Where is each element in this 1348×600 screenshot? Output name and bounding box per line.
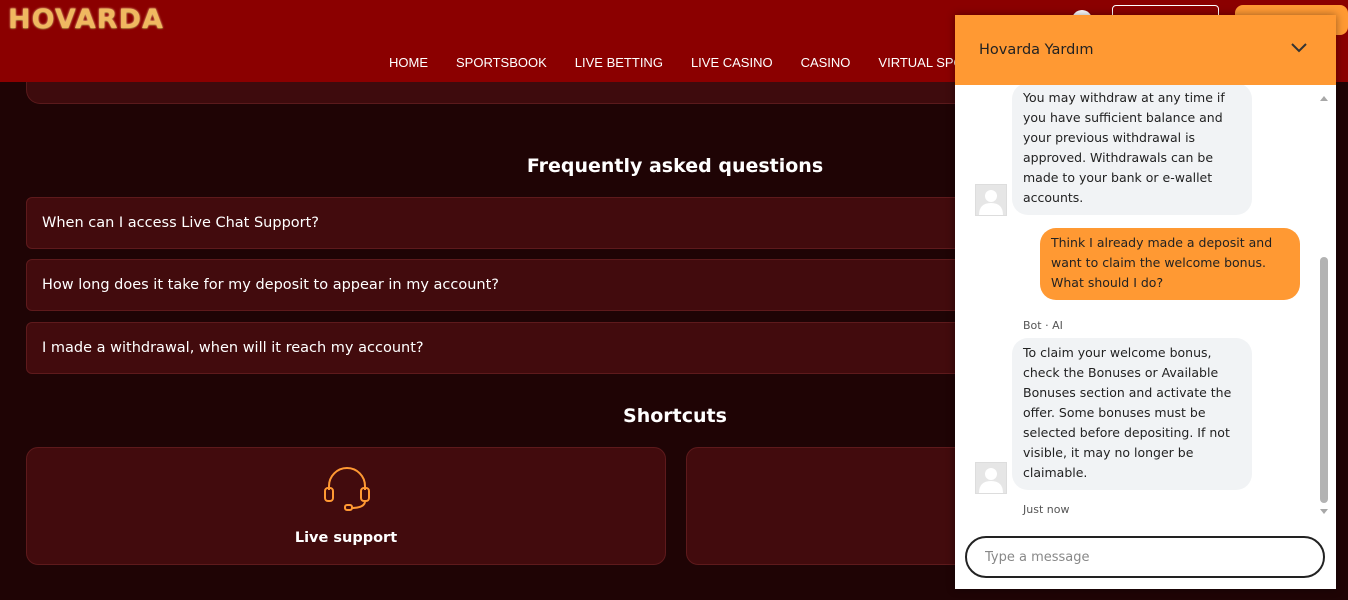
bot-avatar <box>975 462 1007 494</box>
chevron-down-icon[interactable] <box>1290 42 1308 54</box>
headset-icon <box>324 467 370 511</box>
message-sender: Bot · AI <box>1023 319 1063 332</box>
chat-title: Hovarda Yardım <box>979 42 1094 58</box>
chat-scrollbar[interactable] <box>1320 257 1328 503</box>
bot-message: To claim your welcome bonus, check the B… <box>1012 338 1252 490</box>
nav-live-casino[interactable]: LIVE CASINO <box>691 55 773 70</box>
shortcut-label: Live support <box>294 530 398 546</box>
chat-messages[interactable]: You may withdraw at any time if you have… <box>955 85 1336 527</box>
nav-sportsbook[interactable]: SPORTSBOOK <box>456 55 547 70</box>
content-panel <box>26 82 1026 104</box>
chat-message-input[interactable] <box>965 536 1325 578</box>
site-logo[interactable]: HOVARDA <box>8 4 164 35</box>
main-nav: HOME SPORTSBOOK LIVE BETTING LIVE CASINO… <box>389 55 981 70</box>
nav-casino[interactable]: CASINO <box>801 55 851 70</box>
faq-item[interactable]: When can I access Live Chat Support? <box>26 197 1026 249</box>
bot-message: You may withdraw at any time if you have… <box>1012 85 1252 215</box>
shortcut-live-support[interactable]: Live support <box>26 447 666 565</box>
user-message: Think I already made a deposit and want … <box>1040 228 1300 300</box>
scroll-up-arrow[interactable] <box>1320 96 1328 101</box>
bot-avatar <box>975 184 1007 216</box>
nav-live-betting[interactable]: LIVE BETTING <box>575 55 663 70</box>
chat-widget: Hovarda Yardım You may withdraw at any t… <box>955 15 1336 589</box>
chat-header: Hovarda Yardım <box>955 15 1336 85</box>
faq-item[interactable]: How long does it take for my deposit to … <box>26 259 1026 311</box>
faq-item[interactable]: I made a withdrawal, when will it reach … <box>26 322 1026 374</box>
scroll-down-arrow[interactable] <box>1320 509 1328 514</box>
message-timestamp: Just now <box>1023 503 1070 516</box>
nav-home[interactable]: HOME <box>389 55 428 70</box>
